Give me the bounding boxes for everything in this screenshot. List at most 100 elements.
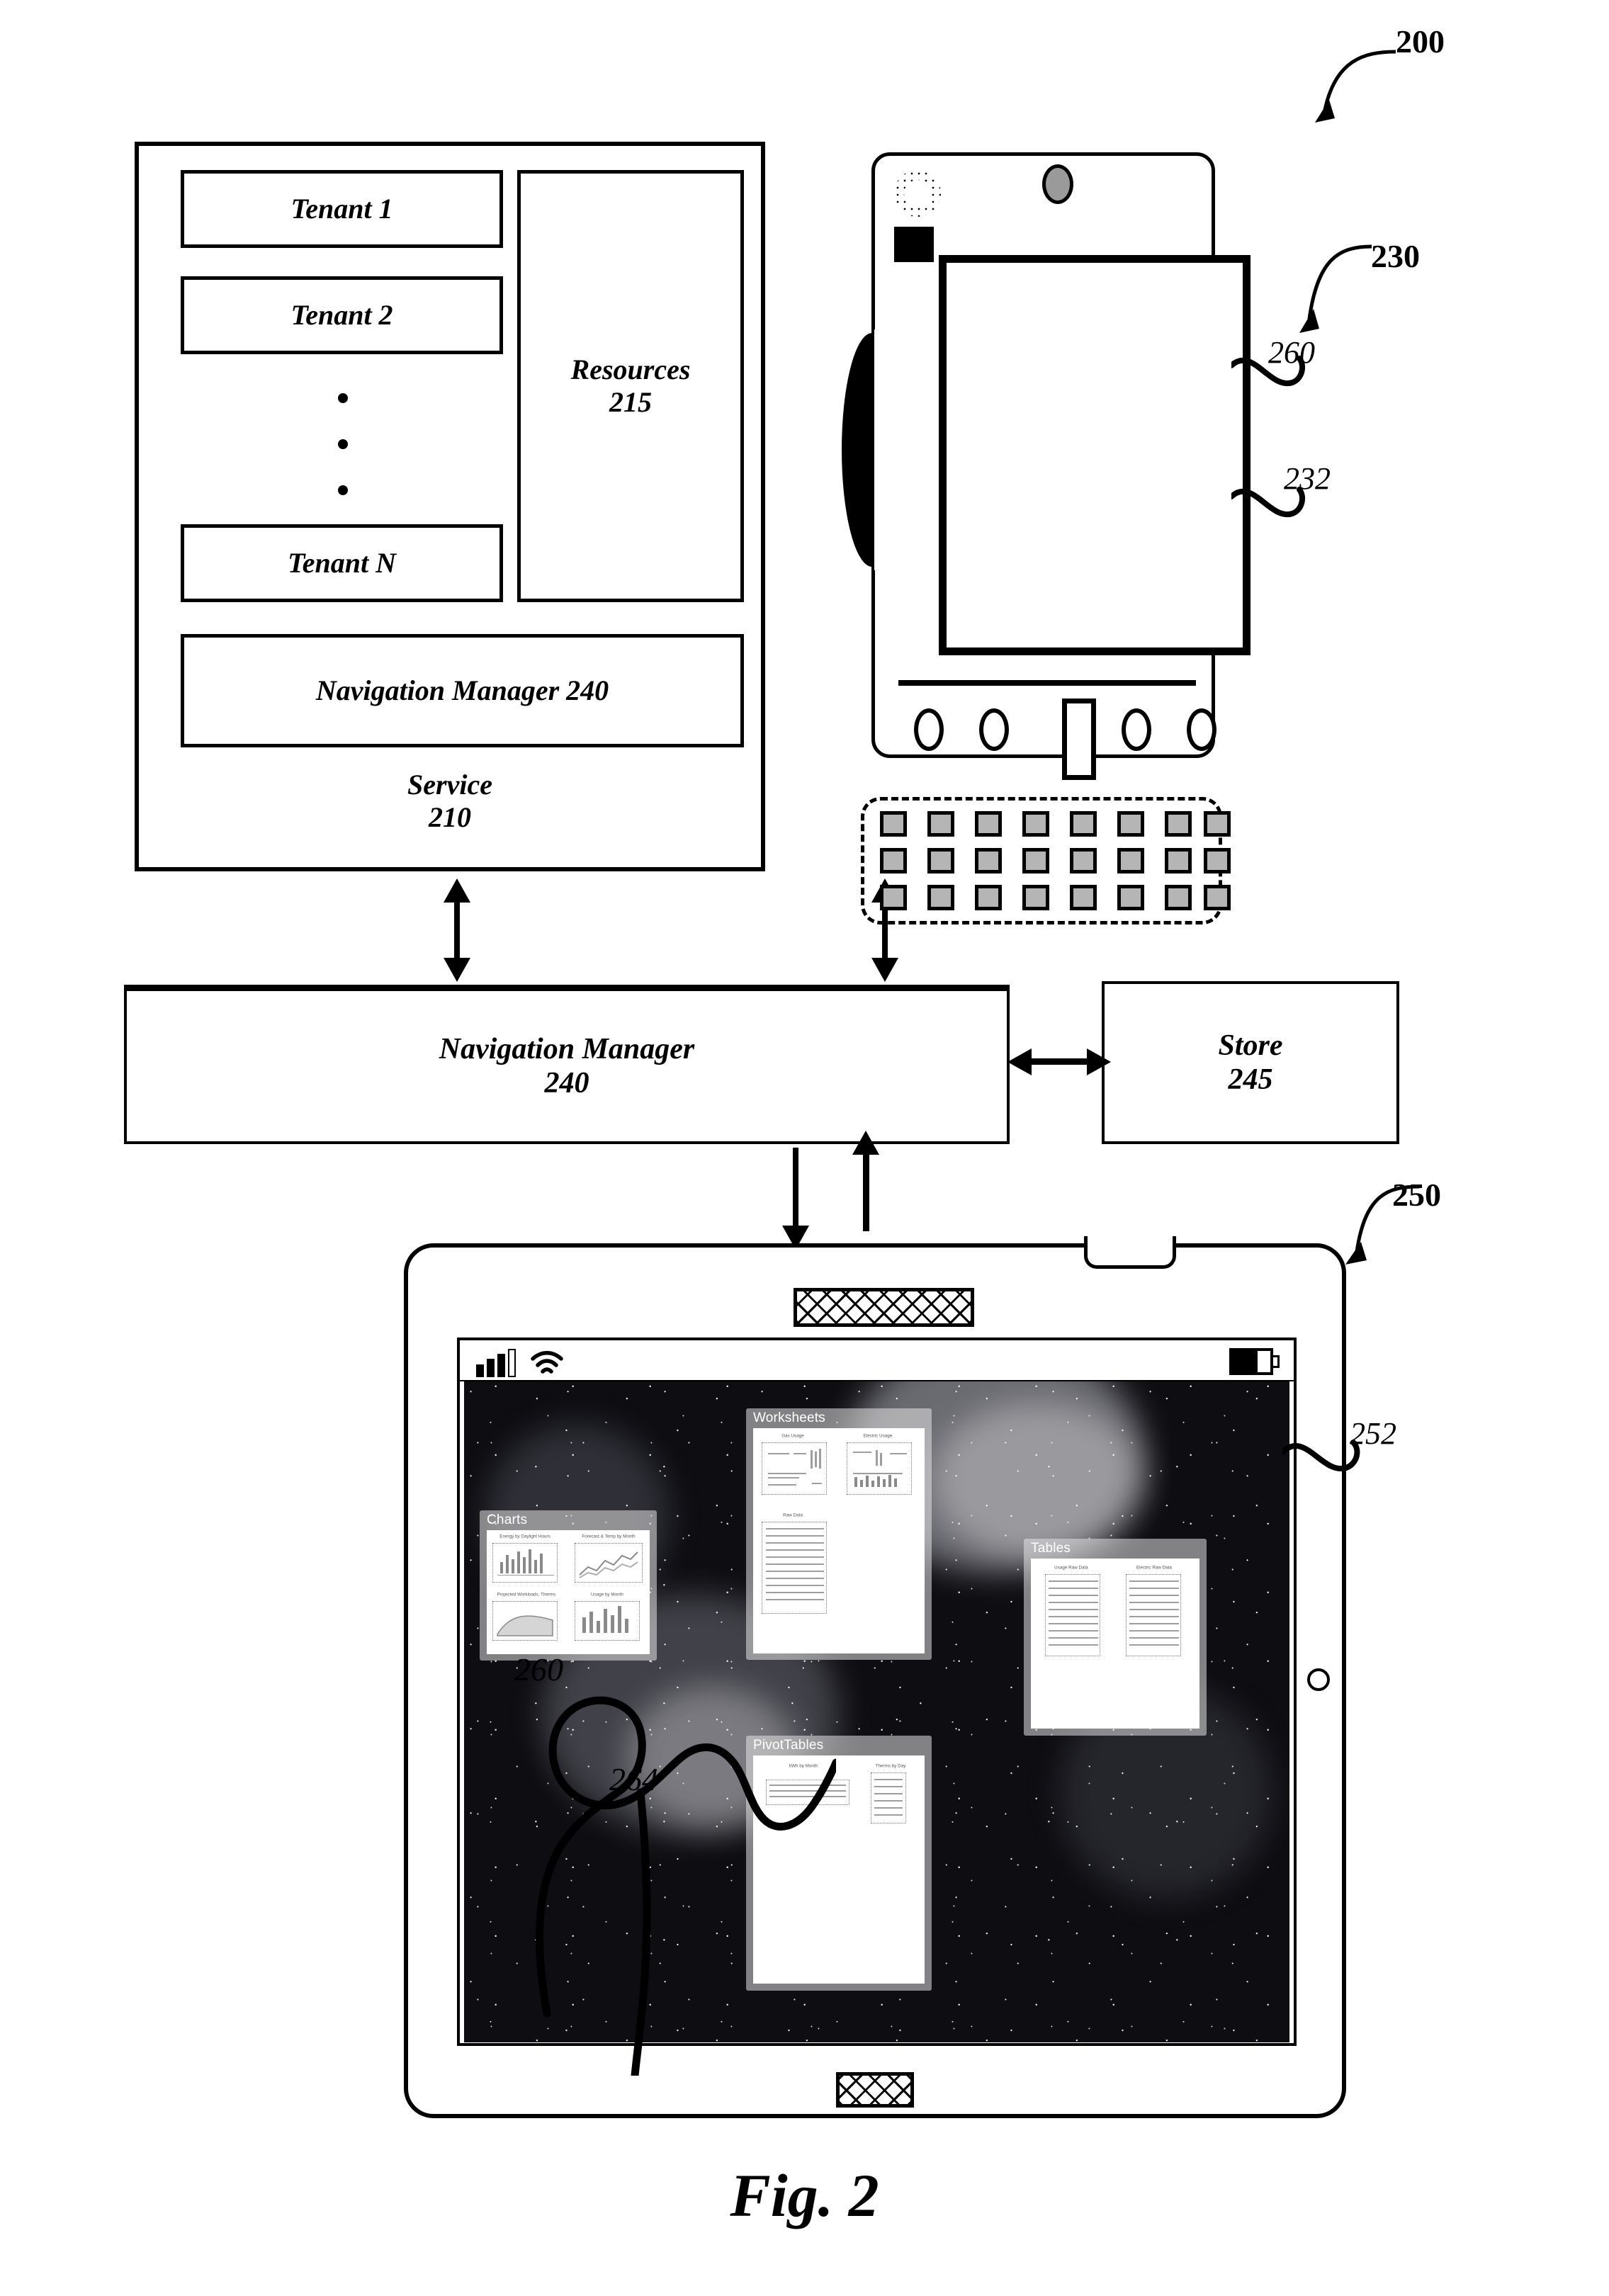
keyboard-key[interactable] [1022,811,1049,837]
ref-264-tablet: 264 [609,1761,658,1797]
panel-charts-title: Charts [487,1512,528,1527]
thumb-caption: kWh by Month [789,1764,818,1769]
thumb-caption: Electric Raw Data [1136,1566,1173,1571]
navigation-manager-label: Navigation Manager 240 [439,1032,695,1101]
tablet-top-connector-icon [794,1288,974,1327]
keyboard-key[interactable] [1117,885,1144,910]
keyboard-key[interactable] [975,811,1002,837]
connector-navmanager-store [1022,1058,1097,1065]
panel-charts-card[interactable]: Energy by Daylight Hours Forecast & Temp… [487,1530,650,1654]
phone-button-2[interactable] [979,708,1009,751]
ref-260-tablet: 260 [514,1651,563,1687]
keyboard-key[interactable] [1070,885,1097,910]
chart-thumbnail[interactable] [575,1543,643,1583]
phone-button-4[interactable] [1187,708,1216,751]
tenant-n-label: Tenant N [287,547,396,579]
keyboard-key[interactable] [1204,885,1231,910]
connector-navmanager-tablet-up [863,1148,869,1231]
service-navigation-manager-label: Navigation Manager 240 [315,674,609,706]
panel-worksheets-title: Worksheets [753,1410,825,1425]
pivot-thumbnail[interactable] [766,1780,849,1805]
tablet-bottom-connector-icon [836,2072,914,2108]
store-ref: 245 [1228,1063,1273,1096]
keyboard-key[interactable] [1022,885,1049,910]
connector-navmanager-tablet-down [793,1148,798,1231]
ref-260-phone: 260 [1268,335,1315,370]
worksheet-thumbnail[interactable] [762,1522,827,1614]
keyboard-key[interactable] [975,885,1002,910]
patent-figure-2: 200 Tenant 1 Tenant 2 Tenant N Resources… [0,0,1609,2296]
phone-button-center[interactable] [1062,699,1096,780]
keyboard-key[interactable] [975,848,1002,873]
panel-pivottables[interactable]: PivotTables kWh by Month Therms by Day [746,1736,932,1991]
keyboard-key[interactable] [880,811,907,837]
ref-230: 230 [1371,238,1420,274]
panel-tables-card[interactable]: Usage Raw Data Electric Raw Data [1031,1559,1199,1729]
panel-pivottables-card[interactable]: kWh by Month Therms by Day [753,1755,925,1984]
panel-worksheets-card[interactable]: Gas Usage Electric Usage Raw Data [753,1428,925,1653]
tablet-top-notch [1084,1236,1176,1269]
thumb-caption: Electric Usage [863,1434,893,1439]
phone-speaker-icon [894,170,941,217]
pivot-thumbnail[interactable] [871,1772,906,1823]
keyboard-key[interactable] [1165,811,1192,837]
keyboard-key[interactable] [880,848,907,873]
phone-button-3[interactable] [1122,708,1151,751]
panel-tables-title: Tables [1031,1541,1071,1556]
keyboard-key[interactable] [880,885,907,910]
thumb-caption: Usage by Month [591,1593,623,1597]
keyboard-key[interactable] [1204,811,1231,837]
thumb-caption: Energy by Daylight Hours [499,1534,551,1539]
navigation-manager-title: Navigation Manager [439,1032,695,1065]
keyboard-key[interactable] [927,885,954,910]
ref-200: 200 [1396,23,1445,60]
store-label: Store 245 [1218,1029,1282,1097]
battery-level-fill [1232,1351,1258,1372]
table-thumbnail[interactable] [1126,1574,1181,1656]
panel-worksheets[interactable]: Worksheets Gas Usage Electric Usage Raw … [746,1408,932,1660]
tenant-1-box: Tenant 1 [181,170,503,248]
chart-thumbnail[interactable] [575,1601,640,1641]
phone-bulge-mask [874,329,917,570]
store-box: Store 245 [1102,981,1399,1144]
keyboard-key[interactable] [927,811,954,837]
resources-box: Resources 215 [517,170,744,602]
keyboard-key[interactable] [1070,811,1097,837]
arrowhead-down [871,958,898,982]
arrowhead-up [852,1131,879,1155]
ref-250: 250 [1392,1177,1441,1213]
service-title: Service [407,769,492,801]
service-ref: 210 [429,801,471,833]
keyboard-key[interactable] [1022,848,1049,873]
tablet-home-button[interactable] [1307,1668,1330,1691]
resources-ref: 215 [609,386,652,418]
keyboard-key[interactable] [1165,885,1192,910]
connector-service-navmanager [454,896,460,967]
keyboard-key[interactable] [1070,848,1097,873]
ellipsis-dot [338,485,348,495]
keyboard-key[interactable] [1117,811,1144,837]
service-caption: Service 210 [135,769,765,834]
keyboard-key[interactable] [1204,848,1231,873]
tenant-2-box: Tenant 2 [181,276,503,354]
keyboard-key[interactable] [1165,848,1192,873]
keyboard-key[interactable] [1117,848,1144,873]
ellipsis-dot [338,393,348,403]
table-thumbnail[interactable] [1045,1574,1100,1656]
chart-thumbnail[interactable] [492,1543,558,1583]
ref-232: 232 [1284,461,1331,496]
panel-charts[interactable]: Charts Energy by Daylight Hours Forecast… [480,1510,657,1661]
worksheet-thumbnail[interactable] [847,1442,912,1495]
resources-title: Resources [570,354,691,385]
keyboard-key[interactable] [927,848,954,873]
thumb-caption: Raw Data [783,1513,803,1518]
arrowhead-down [444,958,470,982]
thumb-caption: Forecast & Temp by Month [582,1534,636,1539]
phone-screen[interactable] [939,255,1250,655]
phone-camera-icon [1042,164,1073,204]
phone-button-1[interactable] [914,708,944,751]
worksheet-thumbnail[interactable] [762,1442,827,1495]
panel-tables[interactable]: Tables Usage Raw Data Electric Raw Data [1024,1539,1207,1736]
thumb-caption: Usage Raw Data [1054,1566,1088,1571]
chart-thumbnail[interactable] [492,1601,558,1641]
